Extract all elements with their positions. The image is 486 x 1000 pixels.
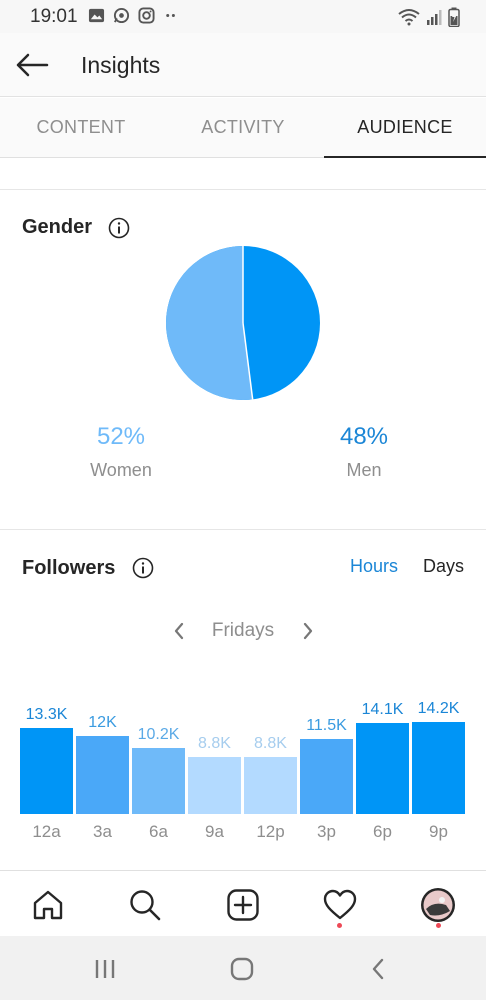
followers-title: Followers [22, 557, 116, 579]
back-chevron-icon [372, 958, 384, 980]
status-right-icons [398, 7, 460, 27]
recent-apps-icon [95, 960, 115, 978]
activity-notification-dot [337, 923, 342, 928]
wifi-icon [398, 9, 420, 26]
tab-activity[interactable]: ACTIVITY [162, 98, 324, 157]
battery-icon [448, 7, 460, 27]
chart-bar [244, 756, 297, 814]
whatsapp-icon [113, 7, 130, 24]
bottom-navigation [0, 870, 486, 936]
insights-tabs: CONTENT ACTIVITY AUDIENCE [0, 98, 486, 158]
women-label: Women [90, 460, 152, 480]
back-arrow-icon [16, 53, 49, 77]
bar-category-label: 9p [429, 822, 448, 841]
chart-bar [300, 739, 353, 814]
chart-bar [188, 756, 241, 814]
add-post-icon [227, 889, 259, 921]
profile-notification-dot [436, 923, 441, 928]
section-divider [0, 189, 486, 190]
bar-value-label: 8.8K [254, 734, 287, 752]
back-button[interactable] [12, 47, 52, 83]
recent-apps-button[interactable] [90, 954, 120, 984]
chart-bar [412, 722, 465, 814]
search-button[interactable] [125, 885, 165, 925]
chevron-right-icon [303, 622, 313, 640]
status-time: 19:01 [30, 6, 78, 27]
hours-toggle[interactable]: Hours [350, 556, 398, 577]
bar-value-label: 14.1K [361, 700, 404, 718]
system-navigation-bar [0, 936, 486, 1000]
bar-value-label: 14.2K [417, 700, 460, 717]
tab-content[interactable]: CONTENT [0, 98, 162, 157]
bar-category-label: 12p [256, 822, 285, 841]
activity-heart-icon [323, 889, 357, 920]
bar-category-label: 3p [317, 822, 336, 841]
next-day-button[interactable] [295, 618, 321, 644]
bar-category-label: 3a [93, 822, 112, 841]
gallery-icon [88, 8, 105, 23]
activity-button[interactable] [320, 885, 360, 925]
bar-category-label: 9a [205, 822, 224, 841]
home-circle-icon [230, 957, 254, 981]
chart-bar [132, 747, 185, 814]
tab-audience[interactable]: AUDIENCE [324, 98, 486, 158]
search-icon [130, 890, 161, 921]
profile-button[interactable] [418, 885, 458, 925]
more-dots-icon [166, 13, 175, 18]
pie-slice-women [166, 246, 253, 400]
men-percent: 48% [339, 423, 389, 450]
men-label: Men [346, 460, 382, 480]
home-icon [33, 890, 63, 920]
bar-category-label: 12a [32, 822, 61, 841]
chart-bar [20, 727, 73, 814]
bar-value-label: 13.3K [25, 705, 68, 723]
status-left-icons [88, 7, 180, 24]
gender-title: Gender [22, 216, 93, 238]
chart-bar [356, 722, 409, 814]
bar-value-label: 11.5K [306, 717, 347, 735]
followers-bar-chart: 13.3K 12a 12K 3a 10.2K 6a 8.8K 9a 8.8K 12p 11.5K 3p… [0, 690, 486, 850]
days-toggle[interactable]: Days [423, 556, 464, 577]
day-label: Fridays [211, 620, 275, 641]
bar-value-label: 8.8K [198, 734, 231, 752]
followers-info-icon[interactable] [132, 557, 154, 579]
home-button[interactable] [28, 885, 68, 925]
section-divider [0, 529, 486, 530]
instagram-icon [138, 7, 155, 24]
women-percent: 52% [96, 423, 146, 450]
profile-avatar [421, 888, 455, 922]
new-post-button[interactable] [223, 885, 263, 925]
gender-pie-chart [166, 246, 320, 400]
bar-value-label: 12K [88, 714, 117, 732]
day-selector: Fridays [0, 618, 486, 644]
bar-value-label: 10.2K [137, 725, 180, 743]
bar-category-label: 6p [373, 822, 392, 841]
gender-info-icon[interactable] [108, 217, 130, 239]
status-bar: 19:01 [0, 0, 486, 33]
home-system-button[interactable] [227, 954, 257, 984]
signal-icon [427, 10, 442, 25]
system-back-button[interactable] [363, 954, 393, 984]
bar-category-label: 6a [149, 822, 168, 841]
app-header: Insights [0, 33, 486, 97]
chart-bar [76, 736, 129, 814]
page-title: Insights [81, 52, 161, 78]
